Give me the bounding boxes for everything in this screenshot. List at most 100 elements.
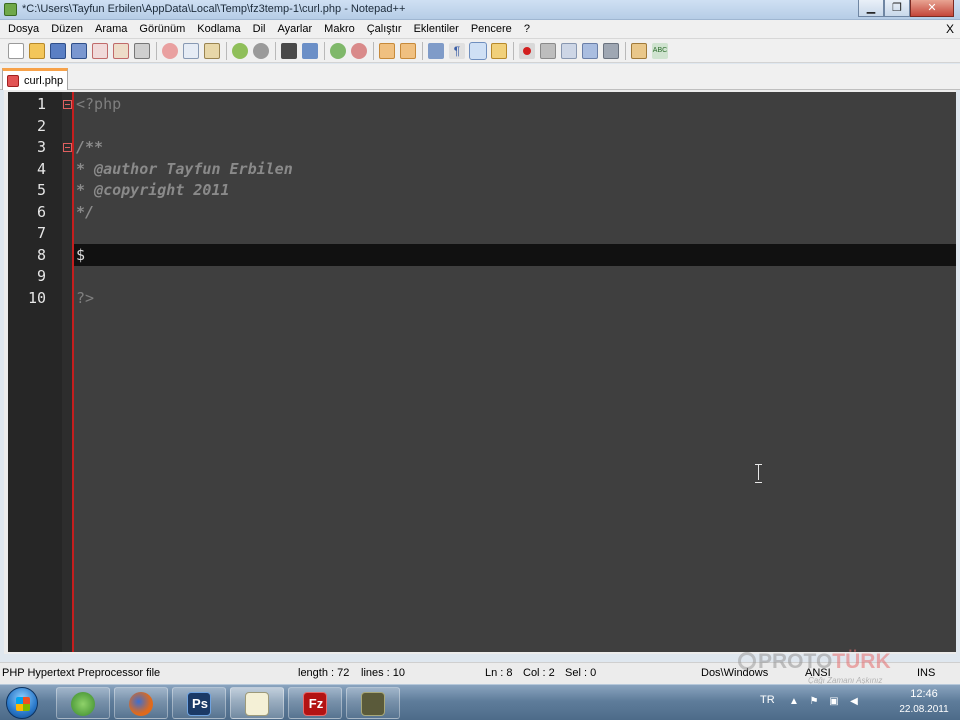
menu-arama[interactable]: Arama xyxy=(89,23,133,35)
word-wrap-icon[interactable] xyxy=(428,42,444,59)
maximize-button[interactable]: ❐ xyxy=(884,0,910,17)
tab-curl-php[interactable]: curl.php xyxy=(2,68,68,90)
text-cursor-icon xyxy=(755,464,763,483)
toolbar-separator xyxy=(373,41,374,60)
find-icon[interactable] xyxy=(281,42,297,59)
open-file-icon[interactable] xyxy=(29,42,45,59)
undo-icon[interactable] xyxy=(232,42,248,59)
close-icon[interactable] xyxy=(92,42,108,59)
line-number: 3 xyxy=(36,138,46,156)
start-button[interactable] xyxy=(6,687,38,719)
code-line[interactable]: /** xyxy=(76,137,103,159)
launch-browser-icon[interactable] xyxy=(631,42,647,59)
current-line-highlight xyxy=(74,243,956,266)
record-macro-icon[interactable] xyxy=(519,42,535,59)
menu-dil[interactable]: Dil xyxy=(247,23,272,35)
line-number: 9 xyxy=(36,267,46,285)
spell-check-icon[interactable]: ABC xyxy=(652,42,668,59)
taskbar-app-notepadpp[interactable] xyxy=(230,687,284,719)
fold-toggle-icon[interactable] xyxy=(63,100,72,109)
taskbar-app-gimp[interactable] xyxy=(346,687,400,719)
line-number: 1 xyxy=(36,95,46,113)
taskbar-app-firefox[interactable] xyxy=(114,687,168,719)
menu-duzen[interactable]: Düzen xyxy=(45,23,89,35)
play-macro-icon[interactable] xyxy=(561,42,577,59)
stop-record-icon[interactable] xyxy=(540,42,556,59)
taskbar-app-photoshop[interactable]: Ps xyxy=(172,687,226,719)
line-number-gutter: 1 2 3 4 5 6 7 8 9 10 xyxy=(8,92,62,652)
fold-margin[interactable] xyxy=(62,92,74,652)
status-lines: lines : 10 xyxy=(361,667,406,679)
cut-icon[interactable] xyxy=(162,42,178,59)
paste-icon[interactable] xyxy=(204,42,220,59)
menu-dosya[interactable]: Dosya xyxy=(2,23,45,35)
minimize-button[interactable]: ▁ xyxy=(858,0,884,17)
title-bar: *C:\Users\Tayfun Erbilen\AppData\Local\T… xyxy=(0,0,960,20)
menu-pencere[interactable]: Pencere xyxy=(465,23,518,35)
code-line[interactable]: */ xyxy=(76,202,94,224)
taskbar-app-ie[interactable] xyxy=(56,687,110,719)
code-text-area[interactable]: <?php /** * @author Tayfun Erbilen * @copyr… xyxy=(74,92,956,652)
clock-date[interactable]: 22.08.2011 xyxy=(896,704,952,715)
firefox-icon xyxy=(129,692,153,716)
close-document-button[interactable]: X xyxy=(946,22,954,36)
menu-ayarlar[interactable]: Ayarlar xyxy=(272,23,319,35)
zoom-out-icon[interactable] xyxy=(351,42,367,59)
zoom-in-icon[interactable] xyxy=(330,42,346,59)
new-file-icon[interactable] xyxy=(8,42,24,59)
menu-gorunum[interactable]: Görünüm xyxy=(133,23,191,35)
toolbar-separator xyxy=(156,41,157,60)
sync-vertical-icon[interactable] xyxy=(379,42,395,59)
save-icon[interactable] xyxy=(50,42,66,59)
line-number: 5 xyxy=(36,181,46,199)
redo-icon[interactable] xyxy=(253,42,269,59)
volume-icon[interactable]: ◀ xyxy=(848,696,860,708)
toolbar-separator xyxy=(275,41,276,60)
sync-horizontal-icon[interactable] xyxy=(400,42,416,59)
toolbar-separator xyxy=(422,41,423,60)
code-line[interactable]: ?> xyxy=(76,288,94,310)
action-center-icon[interactable]: ⚑ xyxy=(808,696,820,708)
code-line[interactable]: * @author Tayfun Erbilen xyxy=(76,159,293,181)
fold-toggle-icon[interactable] xyxy=(63,143,72,152)
toolbar: ¶ ABC xyxy=(0,39,960,63)
status-sel: Sel : 0 xyxy=(565,667,597,679)
taskbar-app-filezilla[interactable]: Fz xyxy=(288,687,342,719)
code-line[interactable]: <?php xyxy=(76,94,121,116)
document-tab-bar: curl.php xyxy=(0,64,960,90)
line-number: 8 xyxy=(36,245,46,264)
status-ln: Ln : 8 xyxy=(485,667,513,679)
language-indicator[interactable]: TR xyxy=(760,694,775,706)
menu-kodlama[interactable]: Kodlama xyxy=(191,23,246,35)
line-number: 10 xyxy=(27,288,46,307)
menu-eklentiler[interactable]: Eklentiler xyxy=(408,23,465,35)
save-macro-icon[interactable] xyxy=(603,42,619,59)
network-icon[interactable]: ▣ xyxy=(828,696,840,708)
clock-time[interactable]: 12:46 xyxy=(896,688,952,700)
tab-label: curl.php xyxy=(24,74,64,87)
unsaved-file-icon xyxy=(7,74,19,87)
ie-explorer-icon xyxy=(71,692,95,716)
code-line[interactable]: $ xyxy=(76,245,85,267)
code-line[interactable]: * @copyright 2011 xyxy=(76,180,230,202)
gear-logo-icon xyxy=(738,652,756,670)
run-macro-multiple-icon[interactable] xyxy=(582,42,598,59)
line-number: 7 xyxy=(36,224,46,242)
menu-makro[interactable]: Makro xyxy=(318,23,361,35)
doc-map-icon[interactable] xyxy=(491,42,507,59)
close-all-icon[interactable] xyxy=(113,42,129,59)
menu-help[interactable]: ? xyxy=(518,23,536,35)
show-hidden-icons-icon[interactable]: ▲ xyxy=(788,696,800,708)
replace-icon[interactable] xyxy=(302,42,318,59)
indent-guide-icon[interactable] xyxy=(469,41,487,60)
menu-calistir[interactable]: Çalıştır xyxy=(361,23,408,35)
save-all-icon[interactable] xyxy=(71,42,87,59)
filezilla-icon: Fz xyxy=(303,692,327,716)
window-title: *C:\Users\Tayfun Erbilen\AppData\Local\T… xyxy=(22,3,406,15)
notepadpp-app-icon xyxy=(4,3,17,16)
show-all-characters-icon[interactable]: ¶ xyxy=(449,42,465,59)
copy-icon[interactable] xyxy=(183,42,199,59)
close-button[interactable]: ✕ xyxy=(910,0,954,17)
print-icon[interactable] xyxy=(134,42,150,59)
photoshop-icon: Ps xyxy=(187,692,211,716)
